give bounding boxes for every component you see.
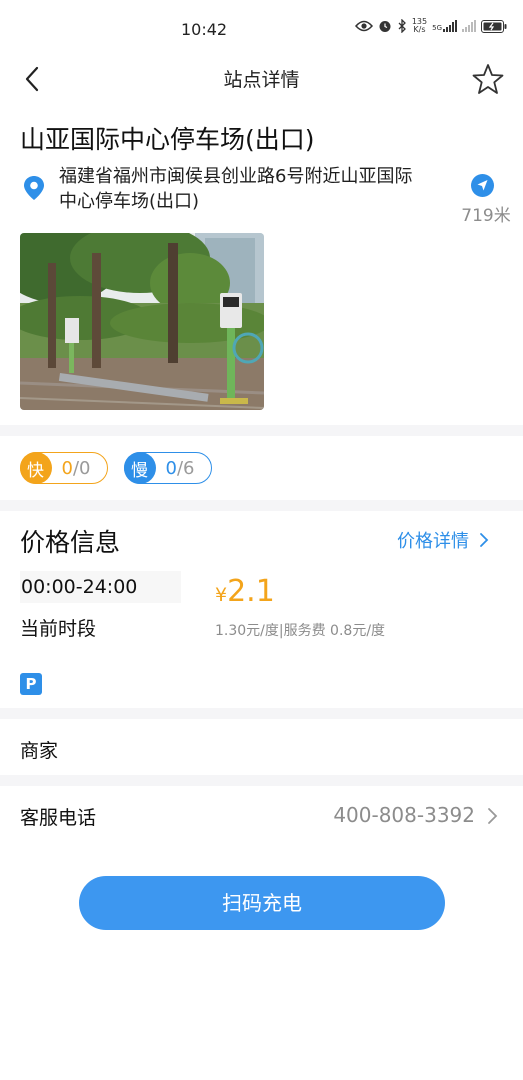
time-range: 00:00-24:00: [20, 571, 181, 603]
section-divider: [0, 775, 523, 786]
section-divider: [0, 500, 523, 511]
distance-label: 719米: [461, 206, 511, 226]
service-phone-label: 客服电话: [20, 807, 97, 829]
parking-badge: P: [20, 673, 42, 695]
signal-icon: 5G: [432, 20, 457, 32]
signal-icon-2: [462, 20, 476, 32]
fast-charger-pill[interactable]: 快 0/0: [19, 452, 108, 484]
slow-charger-pill[interactable]: 慢 0/6: [123, 452, 212, 484]
page-title: 站点详情: [223, 69, 300, 91]
fast-count: 0/0: [61, 457, 91, 479]
status-time: 10:42: [181, 20, 228, 39]
price-section-title: 价格信息: [20, 528, 121, 557]
station-address: 福建省福州市闽侯县创业路6号附近山亚国际中心停车场(出口): [59, 166, 413, 212]
slow-badge: 慢: [123, 452, 156, 484]
scan-to-charge-button[interactable]: 扫码充电: [79, 876, 445, 930]
currency-symbol: ¥: [215, 584, 228, 606]
merchant-label: 商家: [20, 740, 59, 762]
section-divider: [0, 708, 523, 719]
alarm-icon: [379, 21, 391, 32]
bluetooth-icon: [398, 19, 406, 33]
current-price: ¥ 2.1: [215, 574, 275, 609]
location-pin-icon: [24, 176, 44, 200]
fast-badge: 快: [19, 452, 52, 484]
station-photo[interactable]: [20, 233, 264, 410]
battery-icon: [481, 19, 507, 33]
price-detail-label: 价格详情: [397, 531, 469, 552]
chevron-right-icon: [488, 808, 498, 824]
eye-icon: [354, 20, 373, 32]
favorite-star-icon[interactable]: [471, 62, 505, 96]
net-speed: 135 K/s: [411, 17, 428, 34]
service-phone-number[interactable]: 400-808-3392: [333, 803, 475, 827]
current-period-label: 当前时段: [20, 618, 97, 640]
price-detail-link[interactable]: 价格详情: [397, 527, 489, 553]
navigate-icon[interactable]: [471, 174, 494, 197]
status-icons: 135 K/s 5G: [354, 17, 507, 34]
chevron-right-icon: [480, 533, 489, 547]
price-value: 2.1: [227, 574, 275, 609]
slow-count: 0/6: [165, 457, 195, 479]
price-breakdown: 1.30元/度|服务费 0.8元/度: [215, 623, 386, 639]
section-divider: [0, 425, 523, 436]
station-name: 山亚国际中心停车场(出口): [20, 125, 315, 154]
